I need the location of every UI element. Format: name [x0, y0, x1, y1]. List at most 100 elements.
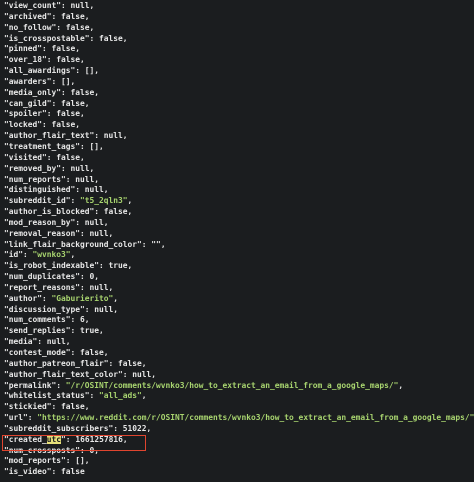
- json-line-end: ,: [65, 337, 71, 347]
- json-line-end: ,: [127, 196, 133, 206]
- code-line: "is_robot_indexable": true,: [4, 261, 474, 272]
- json-line-end: ,: [84, 11, 90, 21]
- json-key: "pinned": [4, 44, 43, 54]
- json-separator: :: [75, 66, 85, 76]
- json-value: "": [151, 239, 161, 249]
- json-value: false: [51, 120, 76, 130]
- json-separator: :: [51, 467, 62, 477]
- json-separator: :: [46, 109, 57, 119]
- json-key: "num_reports": [4, 174, 66, 184]
- code-line: "awarders": [],: [4, 77, 474, 88]
- json-line-end: ,: [113, 293, 119, 303]
- json-value: false: [61, 467, 85, 477]
- json-line-end: ,: [122, 33, 128, 43]
- json-value: null: [103, 131, 123, 141]
- json-line-end: ,: [127, 207, 133, 217]
- json-value: "https://www.reddit.com/r/OSINT/comments…: [37, 413, 474, 423]
- json-value: "t5_2qln3": [80, 196, 128, 206]
- json-value: null: [84, 185, 104, 195]
- json-key: "subreddit_subscribers": [4, 423, 114, 433]
- json-value: []: [84, 66, 95, 76]
- json-key: "id": [4, 250, 24, 260]
- json-key: "archived": [4, 11, 52, 21]
- json-value: false: [61, 98, 85, 108]
- json-separator: :: [84, 304, 95, 314]
- json-separator: :: [65, 456, 76, 466]
- code-line: "over_18": false,: [4, 55, 474, 66]
- json-line-end: ,: [94, 272, 100, 282]
- json-line-end: ,: [141, 358, 147, 368]
- json-separator: :: [122, 369, 133, 379]
- json-key: "send_replies": [4, 326, 71, 336]
- code-line: "author_flair_text": null,: [4, 131, 474, 142]
- json-key: "is_crosspostable": [4, 33, 90, 43]
- json-separator: :: [94, 131, 104, 141]
- json-line-end: ,: [70, 250, 76, 260]
- json-value: false: [103, 207, 128, 217]
- code-line: "id": "wvnko3",: [4, 250, 474, 261]
- json-key: "visited": [4, 152, 47, 162]
- json-value: []: [89, 141, 100, 151]
- json-line-end: ,: [103, 348, 109, 357]
- json-separator: :: [51, 98, 62, 108]
- code-line: "treatment_tags": [],: [4, 142, 474, 153]
- json-line-end: ,: [70, 76, 76, 86]
- json-key: "report_reasons": [4, 282, 81, 292]
- code-line: "spoiler": false,: [4, 109, 474, 120]
- json-line-end: ,: [75, 120, 81, 130]
- json-key: "distinguished": [4, 185, 76, 195]
- json-key: "media": [4, 337, 38, 347]
- json-line-end: ,: [108, 228, 114, 238]
- code-line: "pinned": false,: [4, 44, 474, 55]
- json-separator: :: [42, 293, 52, 303]
- code-line: "media": null,: [4, 337, 474, 348]
- json-value: false: [61, 402, 85, 412]
- json-value: null: [94, 304, 114, 314]
- json-value: false: [118, 358, 142, 368]
- json-key: "is_robot_indexable": [4, 261, 100, 271]
- code-line: "all_awardings": [],: [4, 66, 474, 77]
- code-line: "author_flair_text_color": null,: [4, 370, 474, 381]
- json-line-end: ,: [146, 423, 152, 433]
- json-value: true: [80, 326, 100, 336]
- json-separator: :: [75, 217, 85, 227]
- json-separator: :: [61, 1, 71, 10]
- json-key: "stickied": [4, 402, 52, 412]
- json-separator: :: [56, 380, 66, 390]
- json-line-end: ,: [94, 66, 100, 76]
- code-line: "contest_mode": false,: [4, 348, 474, 359]
- json-value: false: [70, 87, 95, 97]
- json-key: "author": [4, 293, 43, 303]
- json-line-end: ,: [89, 22, 95, 32]
- json-value: null: [84, 217, 104, 227]
- json-separator: :: [61, 163, 71, 173]
- code-line: "view_count": null,: [4, 1, 474, 12]
- code-line: "removed_by": null,: [4, 164, 474, 175]
- code-line: "author": "Gaburierito",: [4, 294, 474, 305]
- json-key: "media_only": [4, 87, 62, 97]
- json-separator: :: [56, 22, 66, 32]
- code-line: "num_reports": null,: [4, 175, 474, 186]
- json-value: false: [51, 44, 76, 54]
- json-key: "all_awardings": [4, 66, 76, 76]
- code-line: "author_patreon_flair": false,: [4, 359, 474, 370]
- json-value: false: [56, 152, 81, 162]
- code-line: "can_gild": false,: [4, 99, 474, 110]
- json-line-end: ,: [127, 261, 133, 271]
- json-key: "locked": [4, 120, 43, 130]
- json-separator: :: [37, 337, 47, 347]
- json-separator: :: [113, 423, 123, 433]
- json-key: "awarders": [4, 76, 52, 86]
- json-line-end: ,: [398, 380, 404, 390]
- json-key: "over_18": [4, 55, 47, 65]
- json-value: true: [108, 261, 128, 271]
- json-key: "author_is_blocked": [4, 207, 95, 217]
- json-value: false: [80, 348, 104, 357]
- json-line-end: ,: [84, 98, 90, 108]
- json-separator: :: [70, 315, 81, 325]
- code-line: "url": "https://www.reddit.com/r/OSINT/c…: [4, 413, 474, 424]
- code-line: "subreddit_id": "t5_2qln3",: [4, 196, 474, 207]
- code-line: "mod_reports": [],: [4, 456, 474, 467]
- json-key: "whitelist_status": [4, 391, 90, 401]
- json-separator: :: [80, 282, 90, 292]
